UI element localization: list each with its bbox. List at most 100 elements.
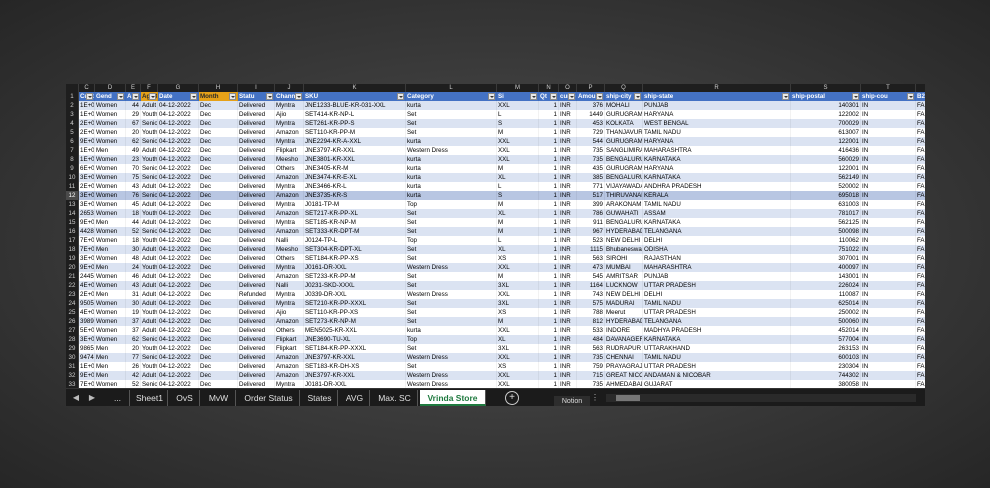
cell[interactable]: kurta bbox=[406, 155, 497, 164]
cell[interactable]: XL bbox=[497, 335, 539, 344]
header-cell-f[interactable]: Age Gro bbox=[141, 92, 158, 101]
cell[interactable]: Amazon bbox=[275, 209, 304, 218]
cell[interactable]: 3E+06 bbox=[79, 200, 95, 209]
filter-dropdown-icon[interactable] bbox=[488, 93, 495, 100]
cell[interactable]: NEW DELHI bbox=[605, 290, 643, 299]
cell[interactable]: Others bbox=[275, 326, 304, 335]
cell[interactable]: PUNJAB bbox=[643, 272, 791, 281]
cell[interactable]: 24 bbox=[126, 263, 141, 272]
header-cell-s[interactable]: ship-postal bbox=[791, 92, 861, 101]
column-header-i[interactable]: I bbox=[238, 84, 275, 92]
cell[interactable]: Delivered bbox=[238, 200, 275, 209]
row-number[interactable]: 1 bbox=[66, 92, 79, 101]
cell[interactable]: 786 bbox=[577, 209, 605, 218]
cell[interactable]: Women bbox=[95, 191, 126, 200]
cell[interactable]: 110062 bbox=[791, 236, 861, 245]
cell[interactable]: Adult bbox=[141, 146, 158, 155]
cell[interactable]: Dec bbox=[199, 326, 238, 335]
row-number[interactable]: 21 bbox=[66, 272, 79, 281]
cell[interactable]: XS bbox=[497, 254, 539, 263]
cell[interactable]: MUMBAI bbox=[605, 263, 643, 272]
column-header-r[interactable]: R bbox=[643, 84, 791, 92]
cell[interactable]: GUJARAT bbox=[643, 380, 791, 388]
cell[interactable]: IN bbox=[861, 101, 916, 110]
cell[interactable]: Senior bbox=[141, 227, 158, 236]
cell[interactable]: INR bbox=[559, 236, 577, 245]
cell[interactable]: Women bbox=[95, 308, 126, 317]
cell[interactable]: Senior bbox=[141, 335, 158, 344]
cell[interactable]: 04-12-2022 bbox=[158, 128, 199, 137]
cell[interactable]: Dec bbox=[199, 263, 238, 272]
cell[interactable]: ARAKONAM bbox=[605, 200, 643, 209]
cell[interactable]: Women bbox=[95, 272, 126, 281]
cell[interactable]: Delivered bbox=[238, 371, 275, 380]
cell[interactable]: ANDAMAN & NICOBAR bbox=[643, 371, 791, 380]
cell[interactable]: IN bbox=[861, 254, 916, 263]
cell[interactable]: Meesho bbox=[275, 245, 304, 254]
cell[interactable]: 48 bbox=[126, 254, 141, 263]
cell[interactable]: XXL bbox=[497, 326, 539, 335]
cell[interactable]: 400097 bbox=[791, 263, 861, 272]
cell[interactable]: 04-12-2022 bbox=[158, 155, 199, 164]
cell[interactable]: Flipkart bbox=[275, 146, 304, 155]
cell[interactable]: INR bbox=[559, 137, 577, 146]
cell[interactable]: GURUGRAM bbox=[605, 164, 643, 173]
cell[interactable]: SET184-KR-PP-XXXL bbox=[304, 344, 406, 353]
cell[interactable]: 500060 bbox=[791, 317, 861, 326]
cell[interactable]: BENGALURU bbox=[605, 155, 643, 164]
cell[interactable]: 1 bbox=[539, 362, 559, 371]
cell[interactable]: Dec bbox=[199, 308, 238, 317]
cell[interactable]: IN bbox=[861, 308, 916, 317]
cell[interactable]: 1 bbox=[539, 335, 559, 344]
cell[interactable]: FALSE bbox=[916, 299, 925, 308]
row-number[interactable]: 4 bbox=[66, 119, 79, 128]
cell[interactable]: Women bbox=[95, 200, 126, 209]
cell[interactable]: Meesho bbox=[275, 155, 304, 164]
cell[interactable]: 1E+06 bbox=[79, 101, 95, 110]
cell[interactable]: DAVANAGERE bbox=[605, 335, 643, 344]
cell[interactable]: HARYANA bbox=[643, 164, 791, 173]
cell[interactable]: Top bbox=[406, 236, 497, 245]
cell[interactable]: 1 bbox=[539, 236, 559, 245]
cell[interactable]: 376 bbox=[577, 101, 605, 110]
cell[interactable]: Delivered bbox=[238, 272, 275, 281]
cell[interactable]: AHMEDABAD bbox=[605, 380, 643, 388]
cell[interactable]: Dec bbox=[199, 245, 238, 254]
cell[interactable]: 23 bbox=[126, 155, 141, 164]
cell[interactable]: Nalli bbox=[275, 236, 304, 245]
cell[interactable]: 399 bbox=[577, 200, 605, 209]
cell[interactable]: Western Dress bbox=[406, 371, 497, 380]
cell[interactable]: kurta bbox=[406, 101, 497, 110]
column-header-f[interactable]: F bbox=[141, 84, 158, 92]
cell[interactable]: M bbox=[497, 128, 539, 137]
cell[interactable]: XL bbox=[497, 173, 539, 182]
cell[interactable]: JNE3466-KR-L bbox=[304, 182, 406, 191]
column-header-s[interactable]: S bbox=[791, 84, 861, 92]
cell[interactable]: INR bbox=[559, 317, 577, 326]
filter-dropdown-icon[interactable] bbox=[295, 93, 302, 100]
header-cell-r[interactable]: ship-state bbox=[643, 92, 791, 101]
cell[interactable]: Dec bbox=[199, 137, 238, 146]
cell[interactable]: BENGALURU bbox=[605, 173, 643, 182]
tab-mvw[interactable]: MvW bbox=[202, 390, 236, 406]
cell[interactable]: TELANGANA bbox=[643, 227, 791, 236]
cell[interactable]: Delivered bbox=[238, 236, 275, 245]
cell[interactable]: SANGLIMIRAJKUPWAD bbox=[605, 146, 643, 155]
cell[interactable]: Western Dress bbox=[406, 380, 497, 388]
cell[interactable]: 46 bbox=[126, 272, 141, 281]
cell[interactable]: FALSE bbox=[916, 200, 925, 209]
header-cell-p[interactable]: Amou bbox=[577, 92, 605, 101]
cell[interactable]: Western Dress bbox=[406, 146, 497, 155]
cell[interactable]: Amazon bbox=[275, 371, 304, 380]
cell[interactable]: IN bbox=[861, 218, 916, 227]
cell[interactable]: 545 bbox=[577, 272, 605, 281]
cell[interactable]: UTTAR PRADESH bbox=[643, 362, 791, 371]
cell[interactable]: 45 bbox=[126, 200, 141, 209]
cell[interactable]: Adult bbox=[141, 281, 158, 290]
cell[interactable]: Set bbox=[406, 128, 497, 137]
cell[interactable]: Adult bbox=[141, 272, 158, 281]
cell[interactable]: 04-12-2022 bbox=[158, 380, 199, 388]
cell[interactable]: Delivered bbox=[238, 218, 275, 227]
cell[interactable]: Set bbox=[406, 119, 497, 128]
cell[interactable]: Women bbox=[95, 173, 126, 182]
